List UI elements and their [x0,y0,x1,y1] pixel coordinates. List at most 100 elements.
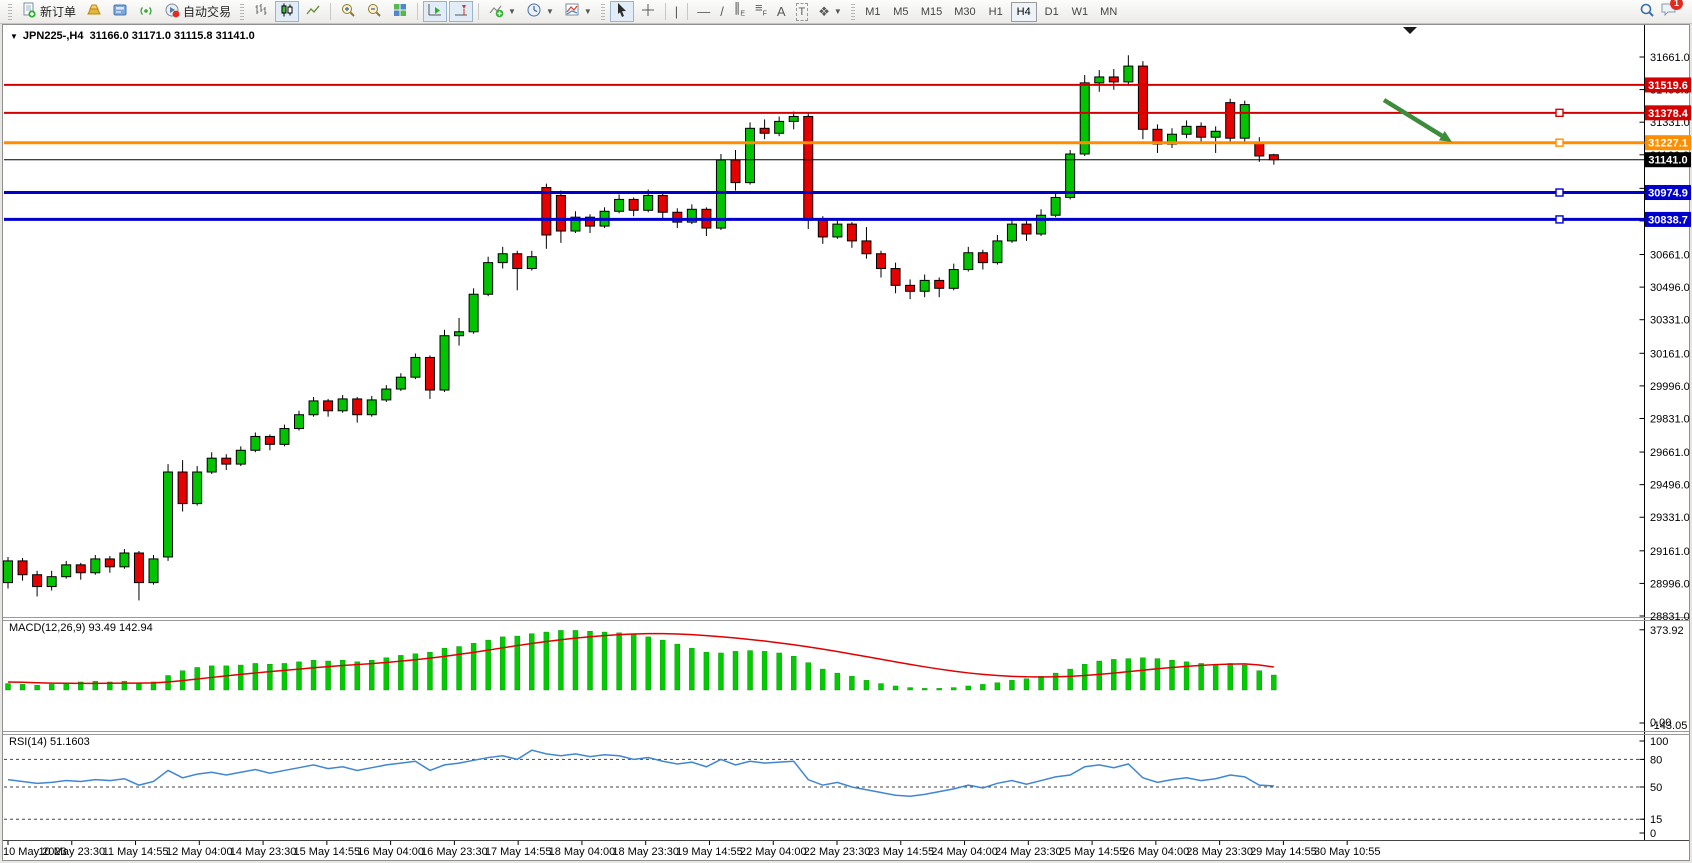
time-tick-label: 11 May 14:55 [103,846,169,858]
bar-chart-button[interactable] [249,1,273,22]
candle [1138,61,1147,139]
zoom-in-button[interactable] [336,1,360,22]
timeframe-group: M1M5M15M30H1H4D1W1MN [859,2,1123,22]
time-tick-label: 16 May 04:00 [357,846,424,858]
timeframe-m30-button[interactable]: M30 [949,2,980,22]
arrows-tool-button[interactable]: ❖▼ [814,1,846,22]
timeframe-d1-button[interactable]: D1 [1039,2,1065,22]
horizontal-line-tool-button[interactable]: — [693,1,714,22]
line-handle[interactable] [1556,189,1563,196]
toolbar-grip[interactable] [8,4,12,20]
dropdown-caret-icon: ▼ [584,7,592,16]
candle [746,122,755,184]
channel-tool-button[interactable]: ∥E [730,1,749,22]
macd-histogram-bar [1140,658,1145,690]
chart-title-marker-icon: ▼ [10,32,18,41]
time-tick-label: 23 May 14:55 [867,846,934,858]
timeframe-m1-button[interactable]: M1 [860,2,886,22]
price-tick-label: 30496.0 [1650,282,1690,294]
macd-histogram-bar [791,656,796,690]
price-tick-label: 29496.0 [1650,480,1690,492]
search-button[interactable] [1635,1,1659,22]
text-tool-button[interactable]: A [773,1,790,22]
notifications-button[interactable]: 1 [1660,1,1678,22]
toolbar-grip[interactable] [601,4,605,20]
candle [804,113,813,229]
macd-histogram-bar [471,643,476,690]
time-tick-label: 22 May 23:30 [804,846,871,858]
candlestick-chart-button[interactable] [275,1,299,22]
macd-histogram-bar [282,663,287,690]
macd-histogram-bar [704,652,709,690]
indicators-button[interactable]: ▼ [484,1,520,22]
tile-windows-button[interactable] [388,1,412,22]
line-handle[interactable] [1556,139,1563,146]
time-tick-label: 14 May 23:30 [230,846,297,858]
periods-clock-icon [526,2,542,21]
auto-trading-icon [164,2,180,21]
macd-histogram-bar [937,688,942,690]
toolbar-grip[interactable] [851,4,855,20]
macd-histogram-bar [689,648,694,690]
periods-button[interactable]: ▼ [522,1,558,22]
zoom-out-button[interactable] [362,1,386,22]
macd-histogram-bar [267,664,272,690]
timeframe-m15-button[interactable]: M15 [916,2,947,22]
auto-trading-button[interactable]: 自动交易 [160,1,235,22]
macd-histogram-bar [733,651,738,690]
macd-histogram-bar [500,637,505,690]
toolbar-grip[interactable] [240,4,244,20]
macd-histogram-bar [631,634,636,690]
line-chart-button[interactable] [301,1,325,22]
horizontal-line-icon: — [697,4,710,20]
chart-title: ▼JPN225-,H4 31166.0 31171.0 31115.8 3114… [10,30,255,42]
line-handle[interactable] [1556,216,1563,223]
macd-histogram-bar [849,676,854,690]
time-tick-label: 18 May 23:30 [612,846,679,858]
new-order-button[interactable]: 新订单 [17,1,80,22]
search-icon [1639,2,1655,21]
price-chart[interactable]: 31661.031496.031331.031166.030996.030831… [0,0,1692,863]
auto-scroll-button[interactable] [423,1,447,22]
macd-histogram-bar [1126,659,1131,690]
signals-button[interactable] [134,1,158,22]
trendline-icon: / [720,4,724,20]
macd-histogram-bar [457,647,462,690]
timeframe-w1-button[interactable]: W1 [1067,2,1094,22]
line-handle[interactable] [1556,109,1563,116]
indicators-icon [488,2,504,21]
toolbar: 新订单 自动交易 [0,0,1692,24]
equidistant-channel-icon: ∥E [734,0,745,23]
timeframe-m5-button[interactable]: M5 [888,2,914,22]
timeframe-h4-button[interactable]: H4 [1011,2,1037,22]
macd-histogram-bar [646,637,651,690]
templates-button[interactable]: ▼ [560,1,596,22]
time-tick-label: 22 May 04:00 [740,846,807,858]
vertical-line-tool-button[interactable]: | [671,1,682,22]
crosshair-tool-button[interactable] [636,1,660,22]
text-label-tool-button[interactable]: T [792,1,813,22]
candle [149,555,158,585]
macd-axis-label: 373.92 [1650,625,1684,637]
data-window-button[interactable] [108,1,132,22]
macd-histogram-bar [224,666,229,690]
macd-histogram-bar [602,632,607,690]
time-tick-label: 24 May 23:30 [995,846,1062,858]
time-tick-label: 17 May 14:55 [485,846,552,858]
fibonacci-tool-button[interactable]: ≡F [751,1,771,22]
chart-shift-button[interactable] [449,1,473,22]
macd-histogram-bar [1053,673,1058,690]
trendline-tool-button[interactable]: / [716,1,728,22]
dropdown-caret-icon: ▼ [508,7,516,16]
timeframe-h1-button[interactable]: H1 [983,2,1009,22]
macd-histogram-bar [1228,663,1233,690]
crosshair-icon [640,2,656,21]
macd-histogram-bar [617,633,622,690]
candle [484,257,493,297]
macd-histogram-bar [311,660,316,690]
timeframe-mn-button[interactable]: MN [1095,2,1122,22]
macd-histogram-bar [442,648,447,690]
market-watch-button[interactable] [82,1,106,22]
cursor-tool-button[interactable] [610,1,634,22]
price-tick-label: 29996.0 [1650,381,1690,393]
